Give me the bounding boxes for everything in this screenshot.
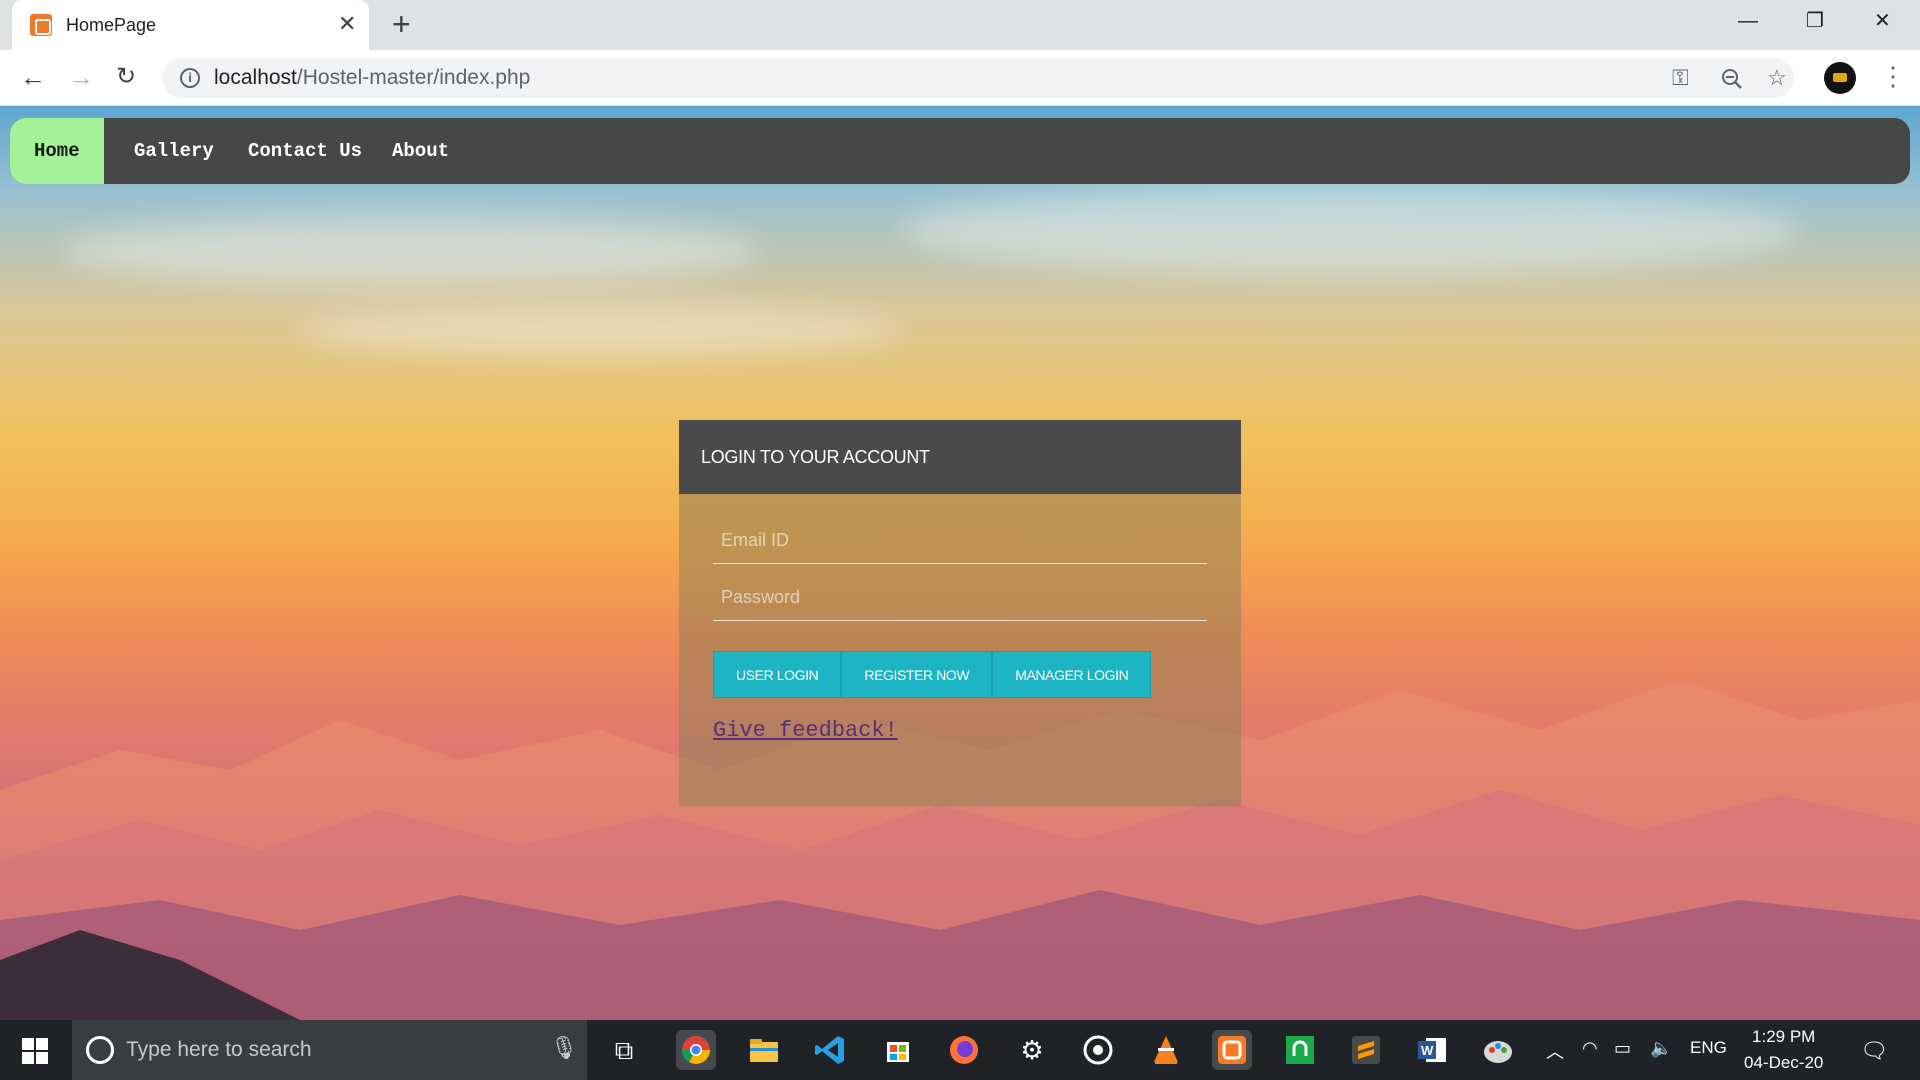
groove-music-icon[interactable] <box>1078 1030 1118 1070</box>
firefox-icon[interactable] <box>944 1030 984 1070</box>
login-title: LOGIN TO YOUR ACCOUNT <box>701 447 930 467</box>
tab-title: HomePage <box>66 15 157 35</box>
green-app-icon[interactable] <box>1280 1030 1320 1070</box>
cloud <box>300 306 900 356</box>
microsoft-store-icon[interactable] <box>878 1030 918 1070</box>
nav-home[interactable]: Home <box>10 118 104 184</box>
forward-icon[interactable]: → <box>68 62 94 92</box>
more-menu-icon[interactable]: ⋮ <box>1880 60 1906 92</box>
vlc-icon[interactable] <box>1146 1030 1186 1070</box>
xampp-icon[interactable] <box>1212 1030 1252 1070</box>
address-bar[interactable]: i localhost/Hostel-master/index.php ⚿ ☆ <box>162 58 1794 98</box>
restore-icon[interactable]: ❐ <box>1806 6 1824 36</box>
xampp-favicon-icon <box>30 14 52 36</box>
manager-login-button[interactable]: MANAGER LOGIN <box>992 651 1152 698</box>
key-icon[interactable]: ⚿ <box>1672 63 1689 93</box>
tab-strip: HomePage ✕ + — ❐ ✕ <box>0 0 1920 50</box>
nav-gallery[interactable]: Gallery <box>110 118 238 184</box>
login-card: LOGIN TO YOUR ACCOUNT USER LOGIN REGISTE… <box>679 420 1241 806</box>
window-close-icon[interactable]: ✕ <box>1874 6 1891 36</box>
show-hidden-icons-icon[interactable]: ︿ <box>1546 1038 1564 1064</box>
site-info-icon[interactable]: i <box>180 68 200 88</box>
tab-close-icon[interactable]: ✕ <box>338 11 356 37</box>
user-login-button[interactable]: USER LOGIN <box>713 651 842 698</box>
site-navbar: Home Gallery Contact Us About <box>10 118 1910 184</box>
taskbar-search[interactable]: Type here to search 🎙 <box>72 1020 587 1080</box>
volume-icon[interactable]: 🔈 <box>1650 1038 1672 1059</box>
cloud <box>60 216 760 286</box>
browser-toolbar: ← → ↻ i localhost/Hostel-master/index.ph… <box>0 50 1920 106</box>
file-explorer-icon[interactable] <box>744 1030 784 1070</box>
password-field-wrapper <box>713 575 1207 621</box>
zoom-out-icon[interactable] <box>1720 63 1744 99</box>
star-icon[interactable]: ☆ <box>1767 63 1787 93</box>
action-center-icon[interactable]: 🗨 <box>1860 1038 1888 1064</box>
wifi-icon[interactable]: ◠ <box>1582 1038 1598 1059</box>
register-now-button[interactable]: REGISTER NOW <box>841 651 993 698</box>
settings-icon[interactable]: ⚙ <box>1012 1034 1052 1066</box>
windows-start-icon[interactable] <box>22 1038 48 1064</box>
email-field-wrapper <box>713 518 1207 564</box>
reload-icon[interactable]: ↻ <box>116 62 136 92</box>
word-icon[interactable]: W <box>1412 1030 1452 1070</box>
battery-icon[interactable]: ▭ <box>1614 1038 1631 1059</box>
url-host: localhost <box>214 66 297 89</box>
windows-taskbar: Type here to search 🎙 ⧉ ⚙ W ︿ ◠ ▭ 🔈 ENG <box>0 1020 1920 1080</box>
nav-contact-us[interactable]: Contact Us <box>224 118 386 184</box>
system-clock[interactable]: 1:29 PM 04-Dec-20 <box>1744 1024 1823 1076</box>
cloud <box>900 186 1800 276</box>
browser-tab[interactable]: HomePage ✕ <box>12 0 369 50</box>
clock-time: 1:29 PM <box>1752 1027 1816 1046</box>
svg-text:W: W <box>1421 1043 1434 1058</box>
clock-date: 04-Dec-20 <box>1744 1053 1824 1072</box>
vscode-icon[interactable] <box>810 1030 850 1070</box>
task-view-icon[interactable]: ⧉ <box>604 1034 644 1066</box>
chrome-icon[interactable] <box>676 1030 716 1070</box>
language-indicator[interactable]: ENG <box>1690 1038 1727 1058</box>
sublime-text-icon[interactable] <box>1346 1030 1386 1070</box>
login-button-group: USER LOGIN REGISTER NOW MANAGER LOGIN <box>713 651 1152 698</box>
microphone-icon[interactable]: 🎙 <box>550 1035 578 1061</box>
give-feedback-link[interactable]: Give feedback! <box>713 718 898 743</box>
search-placeholder: Type here to search <box>126 1038 312 1061</box>
cortana-icon[interactable] <box>86 1036 114 1064</box>
minimize-icon[interactable]: — <box>1738 6 1758 36</box>
nav-about[interactable]: About <box>368 118 473 184</box>
profile-avatar[interactable] <box>1824 62 1856 94</box>
url-path: /Hostel-master/index.php <box>296 66 531 89</box>
login-header: LOGIN TO YOUR ACCOUNT <box>679 420 1241 494</box>
back-icon[interactable]: ← <box>20 62 46 92</box>
password-field[interactable] <box>713 575 1207 620</box>
paint-3d-icon[interactable] <box>1478 1030 1518 1070</box>
new-tab-icon[interactable]: + <box>392 8 411 40</box>
page-viewport: Home Gallery Contact Us About LOGIN TO Y… <box>0 106 1920 1020</box>
url-text[interactable]: localhost/Hostel-master/index.php <box>214 66 530 90</box>
email-field[interactable] <box>713 518 1207 563</box>
